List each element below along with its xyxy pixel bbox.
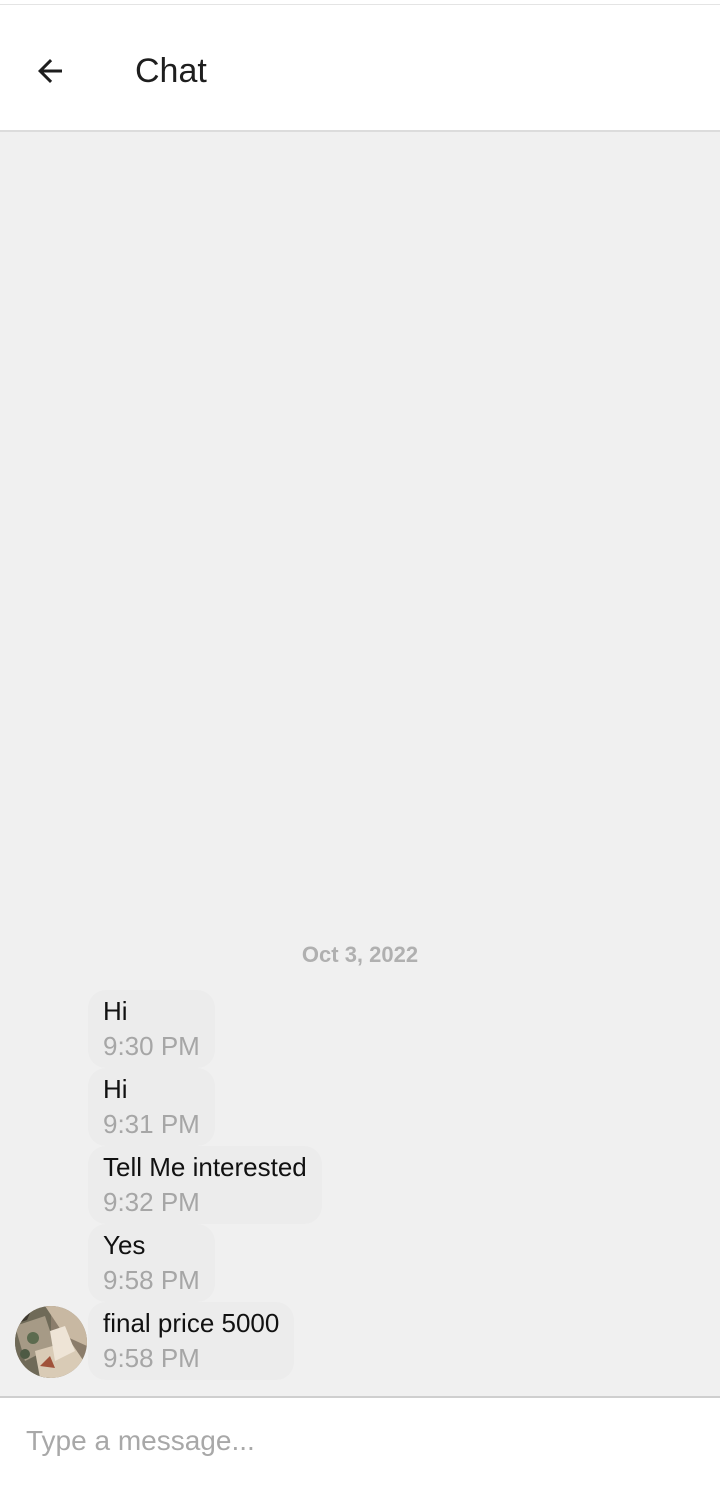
message-list[interactable]: Oct 3, 2022 Hi 9:30 PM Hi 9:31 PM Tell M…: [0, 132, 720, 1396]
message-timestamp: 9:58 PM: [103, 1343, 200, 1373]
message-composer: [0, 1396, 720, 1486]
message-timestamp: 9:31 PM: [103, 1109, 200, 1139]
message-text: Tell Me interested: [103, 1152, 307, 1182]
message-timestamp: 9:30 PM: [103, 1031, 200, 1061]
message-text: Hi: [103, 996, 128, 1026]
message-text: Yes: [103, 1230, 146, 1260]
chat-screen: Chat Oct 3, 2022 Hi 9:30 PM Hi 9:31 PM T…: [0, 0, 720, 1486]
message-input[interactable]: [26, 1416, 696, 1466]
message-bubble[interactable]: Hi 9:31 PM: [88, 1068, 215, 1146]
chat-header: Chat: [0, 5, 720, 132]
message-text: final price 5000: [103, 1308, 280, 1338]
avatar[interactable]: [15, 1306, 87, 1378]
message-bubble[interactable]: Tell Me interested 9:32 PM: [88, 1146, 322, 1224]
message-text: Hi: [103, 1074, 128, 1104]
message-timestamp: 9:58 PM: [103, 1265, 200, 1295]
message-bubble[interactable]: Hi 9:30 PM: [88, 990, 215, 1068]
date-separator: Oct 3, 2022: [301, 942, 419, 967]
avatar-image: [15, 1306, 87, 1378]
message-timestamp: 9:32 PM: [103, 1187, 200, 1217]
message-bubble[interactable]: final price 5000 9:58 PM: [88, 1302, 295, 1380]
message-bubble[interactable]: Yes 9:58 PM: [88, 1224, 215, 1302]
arrow-left-icon: [38, 59, 62, 83]
back-button[interactable]: [28, 49, 72, 93]
page-title: Chat: [135, 52, 207, 90]
